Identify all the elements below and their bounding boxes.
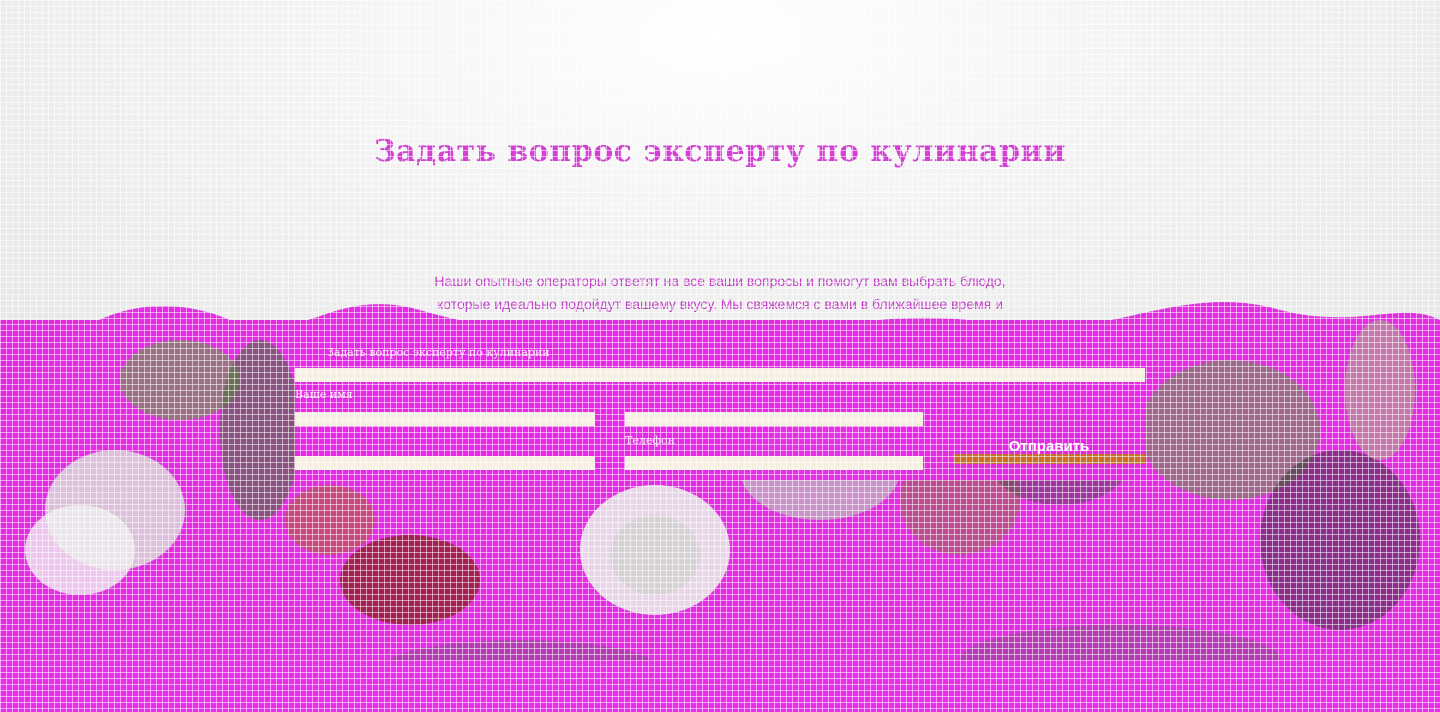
name-input[interactable] [295,412,595,426]
submit-button-bar [953,454,1145,464]
submit-button[interactable]: Отправить [953,430,1145,464]
message-input[interactable] [295,456,595,470]
email-input[interactable] [625,412,923,426]
question-form: Задать вопрос эксперту по кулинарии Ваше… [295,326,1145,480]
name-field-label: Ваше имя [295,388,353,401]
page-title: Задать вопрос эксперту по кулинарии [374,134,1066,169]
hero-section: Задать вопрос эксперту по кулинарии Наши… [0,0,1440,712]
phone-input[interactable] [625,456,923,470]
page: Задать вопрос эксперту по кулинарии Наши… [0,0,1440,712]
phone-field-label: Телефон [625,434,675,447]
question-input[interactable] [295,368,1145,382]
question-field-label: Задать вопрос эксперту по кулинарии [327,346,550,359]
